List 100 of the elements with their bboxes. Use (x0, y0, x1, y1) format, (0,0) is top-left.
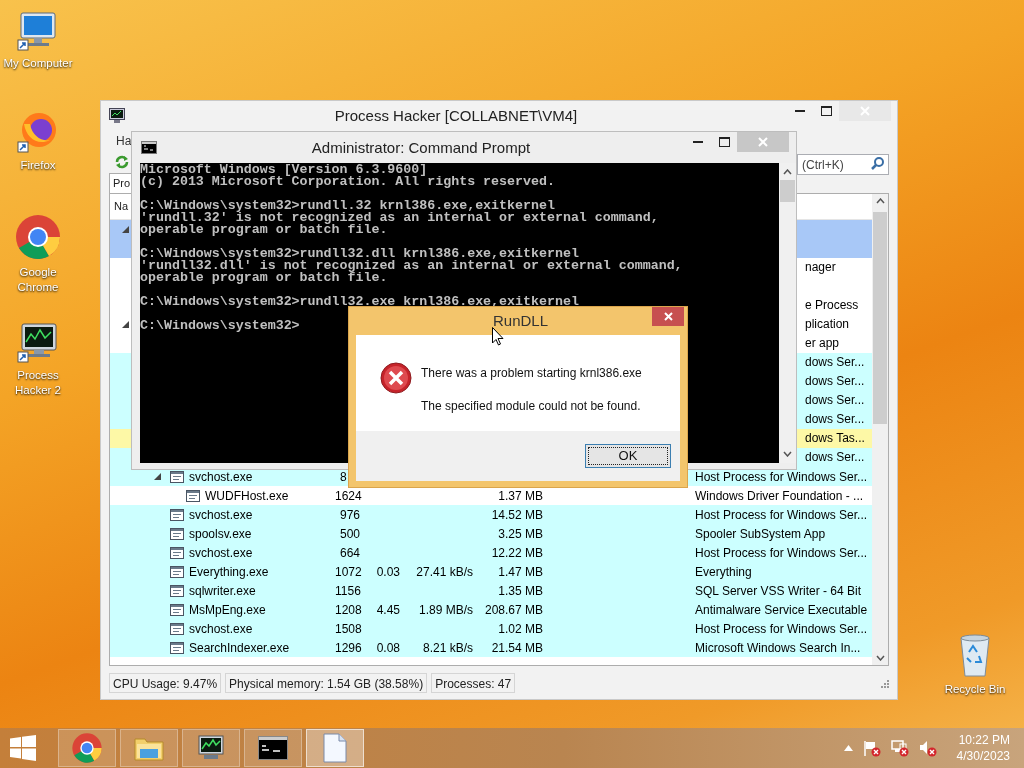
close-icon (663, 312, 673, 321)
show-hidden-icons-icon[interactable] (843, 745, 853, 751)
table-row[interactable]: MsMpEng.exe 1208 4.45 1.89 MB/s 208.67 MB Antimalware Service Executable (110, 600, 872, 619)
window-icon (170, 565, 184, 578)
window-title: Process Hacker [COLLABNET\VM4] (333, 106, 579, 126)
table-cell: 3.25 MB (498, 526, 543, 541)
network-icon[interactable] (890, 739, 909, 757)
table-cell: 976 (339, 507, 360, 522)
status-text: Processes: 47 (431, 673, 516, 693)
table-cell: Spooler SubSystem App (695, 526, 826, 541)
console-line: Microsoft Windows [Version 6.3.9600] (140, 164, 428, 176)
tab[interactable]: Pro (109, 173, 134, 193)
window-icon (170, 641, 184, 654)
dialog-message: The specified module could not be found. (421, 398, 642, 415)
console-icon (141, 141, 157, 154)
table-cell: Everything (695, 564, 752, 579)
error-icon (380, 362, 412, 394)
resize-grip-icon[interactable] (879, 678, 889, 688)
table-cell: 0.08 (376, 640, 400, 655)
table-cell: 1624 (335, 488, 362, 503)
scroll-up-icon (783, 169, 792, 175)
scroll-thumb[interactable] (780, 180, 795, 202)
window-icon (170, 508, 184, 521)
search-field[interactable]: (Ctrl+K) (797, 154, 889, 175)
table-cell: Microsoft Windows Search In... (695, 640, 861, 655)
menu-item[interactable]: Ha (116, 132, 132, 150)
process-name: Everything.exe (189, 563, 269, 581)
window-icon (170, 546, 184, 559)
table-cell: 1156 (335, 583, 361, 598)
process-name: spoolsv.exe (189, 525, 252, 543)
table-row[interactable]: svchost.exe 1508 1.02 MB Host Process for Windows Ser... (110, 619, 872, 638)
process-name: MsMpEng.exe (189, 601, 266, 619)
table-row[interactable]: sqlwriter.exe 1156 1.35 MB SQL Server VSS Writer - 64 Bit (110, 581, 872, 600)
table-cell: 1072 (335, 564, 362, 579)
scroll-up-icon (875, 198, 885, 204)
window-icon (186, 489, 200, 502)
table-cell: 1208 (335, 602, 362, 617)
table-cell: 1296 (335, 640, 362, 655)
browser-icon (71, 732, 103, 764)
table-cell: Host Process for Windows Ser... (695, 621, 868, 636)
scroll-down-icon (783, 451, 792, 457)
table-cell: 4.45 (376, 602, 400, 617)
table-cell: 14.52 MB (491, 507, 543, 522)
minimize-icon (795, 110, 805, 112)
scroll-thumb[interactable] (873, 212, 887, 424)
process-name: svchost.exe (189, 544, 253, 562)
column-header[interactable]: Na (114, 198, 129, 215)
console-line: operable program or batch file. (140, 272, 388, 284)
speaker-icon[interactable] (918, 739, 937, 757)
refresh-icon (114, 154, 130, 170)
table-cell: Windows Driver Foundation - ... (695, 488, 864, 503)
table-cell: 664 (339, 545, 360, 560)
monitor-icon (196, 734, 226, 762)
console-line: operable program or batch file. (140, 224, 388, 236)
table-row[interactable]: SearchIndexer.exe 1296 0.08 8.21 kB/s 21.54 MB Microsoft Windows Search In... (110, 638, 872, 657)
refresh-button[interactable] (113, 153, 131, 171)
table-cell: 8 (340, 469, 347, 484)
minimize-icon (693, 141, 703, 143)
table-row[interactable]: svchost.exe 976 14.52 MB Host Process for Windows Ser... (110, 505, 872, 524)
console-icon (258, 736, 288, 760)
scrollbar[interactable] (872, 194, 888, 665)
console-line: 'rundll.32' is not recognized as an internal or external command, (140, 212, 659, 224)
console-line: C:\Windows\system32> (140, 320, 300, 332)
console-line: C:\Windows\system32>rundll.32 krnl386.exe,exitkernel (140, 200, 555, 212)
console-line: C:\Windows\system32>rundll32.exe krnl386.exe,exitkernel (140, 296, 579, 308)
maximize-icon (820, 106, 832, 116)
table-cell: 1.35 MB (498, 583, 543, 598)
ok-button[interactable]: OK (585, 444, 671, 468)
table-cell: Antimalware Service Executable (695, 602, 868, 617)
table-cell: 8.21 kB/s (422, 640, 473, 655)
table-cell: 1.37 MB (498, 488, 543, 503)
window-icon (170, 622, 184, 635)
close-button[interactable] (652, 307, 684, 326)
table-cell: 1.47 MB (498, 564, 543, 579)
collapse-arrow-icon[interactable] (122, 226, 129, 233)
flag-icon[interactable] (862, 739, 881, 757)
search-icon[interactable] (871, 155, 885, 170)
table-cell: 1.02 MB (498, 621, 543, 636)
console-line: C:\Windows\system32>rundll32.dll krnl386.exe,exitkernel (140, 248, 579, 260)
window-title: Administrator: Command Prompt (310, 138, 532, 158)
table-cell: Host Process for Windows Ser... (695, 545, 868, 560)
process-name: svchost.exe (189, 620, 253, 638)
table-cell: SQL Server VSS Writer - 64 Bit (695, 583, 862, 598)
table-cell: Host Process for Windows Ser... (695, 507, 868, 522)
window-icon (170, 603, 184, 616)
table-cell: 21.54 MB (491, 640, 543, 655)
window-icon (170, 527, 184, 540)
table-row[interactable]: svchost.exe 664 12.22 MB Host Process for Windows Ser... (110, 543, 872, 562)
collapse-arrow-icon[interactable] (154, 473, 161, 480)
table-cell: 12.22 MB (491, 545, 543, 560)
process-name: svchost.exe (189, 468, 253, 486)
table-cell: 1508 (335, 621, 362, 636)
table-cell: 208.67 MB (484, 602, 543, 617)
console-line: 'rundll32.dll' is not recognized as an internal or external command, (140, 260, 683, 272)
table-row[interactable]: spoolsv.exe 500 3.25 MB Spooler SubSystem App (110, 524, 872, 543)
collapse-arrow-icon[interactable] (122, 321, 129, 328)
taskbar-button[interactable] (244, 729, 302, 767)
scroll-down-icon (875, 655, 885, 661)
table-row[interactable]: Everything.exe 1072 0.03 27.41 kB/s 1.47 MB Everything (110, 562, 872, 581)
taskbar-button[interactable] (182, 729, 240, 767)
